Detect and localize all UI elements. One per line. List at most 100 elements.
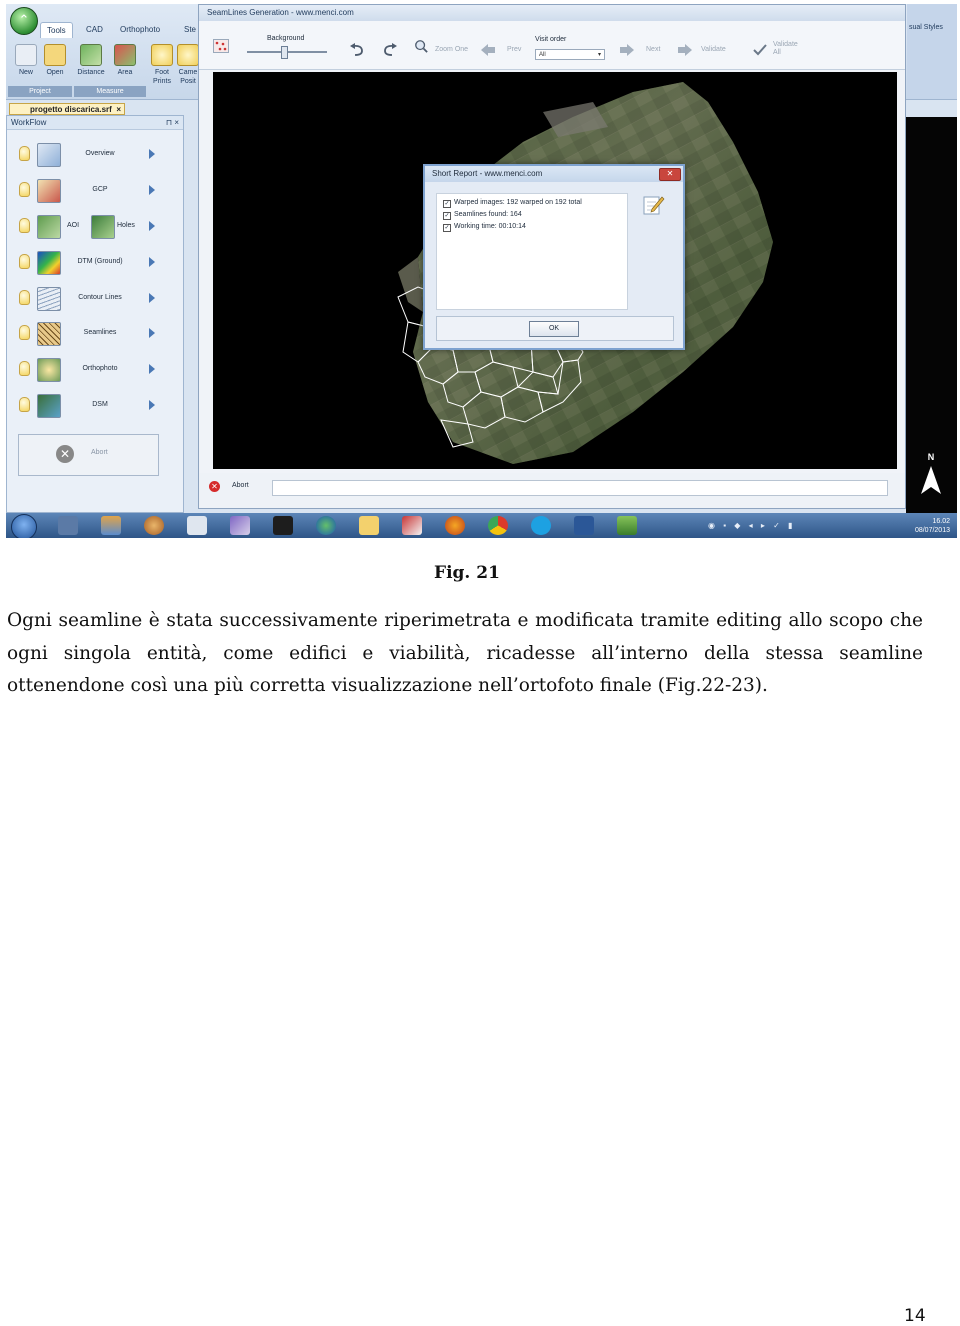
bulb-icon bbox=[151, 44, 173, 66]
group-measure: Measure bbox=[74, 86, 146, 97]
zoom-one-label[interactable]: Zoom One bbox=[435, 46, 468, 53]
report-line-warped: ✓ Warped images: 192 warped on 192 total bbox=[437, 197, 627, 209]
new-button[interactable]: New bbox=[11, 44, 41, 77]
play-arrow-icon[interactable] bbox=[149, 185, 155, 195]
clock[interactable]: 16.02 08/07/2013 bbox=[894, 517, 950, 535]
validate-label[interactable]: Validate bbox=[701, 46, 726, 53]
workflow-abort-button[interactable]: ✕ Abort bbox=[18, 434, 159, 476]
globe-icon[interactable] bbox=[144, 516, 164, 535]
status-bar: ✕ Abort bbox=[199, 473, 905, 508]
taskbar: ◉ ▪ ◆ ◂ ▸ ✓ ▮ 16.02 08/07/2013 bbox=[6, 513, 957, 538]
background-slider[interactable] bbox=[247, 46, 327, 59]
area-icon bbox=[114, 44, 136, 66]
workflow-item-dtm[interactable]: DTM (Ground) bbox=[19, 250, 169, 276]
seamlines-toolbar: Background Zoom One Prev Visit order All… bbox=[199, 21, 905, 70]
play-arrow-icon[interactable] bbox=[149, 400, 155, 410]
new-icon bbox=[15, 44, 37, 66]
folder-icon bbox=[44, 44, 66, 66]
bulb-icon bbox=[19, 361, 30, 376]
play-arrow-icon[interactable] bbox=[149, 364, 155, 374]
menci-app-icon[interactable] bbox=[617, 516, 637, 535]
checkbox[interactable]: ✓ bbox=[443, 212, 451, 220]
open-button[interactable]: Open bbox=[40, 44, 70, 77]
workflow-item-label-2: Holes bbox=[117, 222, 135, 229]
visit-order-label: Visit order bbox=[535, 36, 567, 43]
background-label: Background bbox=[267, 35, 305, 42]
edit-report-icon[interactable] bbox=[643, 194, 665, 216]
blackberry-icon[interactable] bbox=[273, 516, 293, 535]
workflow-item-dsm[interactable]: DSM bbox=[19, 393, 169, 419]
area-button[interactable]: Area bbox=[110, 44, 140, 77]
workflow-item-orthophoto[interactable]: Orthophoto bbox=[19, 357, 169, 383]
firefox-icon[interactable] bbox=[445, 516, 465, 535]
redo-icon[interactable] bbox=[382, 43, 398, 57]
workflow-item-gcp[interactable]: GCP bbox=[19, 178, 169, 204]
checkbox[interactable]: ✓ bbox=[443, 224, 451, 232]
dialog-button-row: OK bbox=[436, 316, 674, 341]
area-label: Area bbox=[117, 69, 133, 76]
bulb-icon bbox=[19, 397, 30, 412]
seamline-points-icon[interactable] bbox=[213, 39, 229, 53]
close-icon[interactable]: ✕ bbox=[659, 168, 681, 181]
distance-button[interactable]: Distance bbox=[76, 44, 106, 77]
slider-knob[interactable] bbox=[281, 46, 288, 59]
foot-prints-label: Foot Prints bbox=[153, 69, 171, 85]
system-tray[interactable]: ◉ ▪ ◆ ◂ ▸ ✓ ▮ bbox=[708, 521, 795, 530]
workflow-item-seamlines[interactable]: Seamlines bbox=[19, 321, 169, 347]
app-menu-button[interactable]: ⌃ bbox=[10, 7, 38, 35]
ok-button[interactable]: OK bbox=[529, 321, 579, 337]
bulb-icon bbox=[177, 44, 199, 66]
tab-orthophoto[interactable]: Orthophoto bbox=[114, 22, 166, 37]
report-list: ✓ Warped images: 192 warped on 192 total … bbox=[436, 193, 628, 310]
app-icon[interactable] bbox=[101, 516, 121, 535]
play-arrow-icon[interactable] bbox=[149, 293, 155, 303]
skype-icon[interactable] bbox=[531, 516, 551, 535]
visit-order-select[interactable]: All ▾ bbox=[535, 49, 605, 60]
project-tab-label: progetto discarica.srf bbox=[30, 105, 112, 114]
validate-arrow-icon[interactable] bbox=[677, 43, 693, 57]
chevron-down-icon: ▾ bbox=[597, 52, 601, 58]
next-label[interactable]: Next bbox=[646, 46, 660, 53]
workflow-item-overview[interactable]: Overview bbox=[19, 142, 169, 168]
bulb-icon bbox=[19, 146, 30, 161]
chrome-icon[interactable] bbox=[488, 516, 508, 535]
progress-bar bbox=[272, 480, 888, 496]
tab-cad[interactable]: CAD bbox=[80, 22, 109, 37]
play-arrow-icon[interactable] bbox=[149, 257, 155, 267]
workflow-item-contour-lines[interactable]: Contour Lines bbox=[19, 286, 169, 312]
play-arrow-icon[interactable] bbox=[149, 149, 155, 159]
folder-icon[interactable] bbox=[359, 516, 379, 535]
ras-icon[interactable] bbox=[187, 516, 207, 535]
checkbox[interactable]: ✓ bbox=[443, 200, 451, 208]
zoom-one-icon[interactable] bbox=[413, 39, 429, 53]
word-icon[interactable] bbox=[574, 516, 594, 535]
check-icon[interactable] bbox=[752, 43, 768, 57]
aoi-icon bbox=[37, 215, 61, 239]
prev-arrow-icon[interactable] bbox=[480, 43, 496, 57]
workflow-item-label: DSM bbox=[92, 401, 108, 408]
network-icon[interactable] bbox=[230, 516, 250, 535]
report-line-seamlines: ✓ Seamlines found: 164 bbox=[437, 209, 627, 221]
project-tab[interactable]: progetto discarica.srf × bbox=[9, 103, 125, 115]
next-arrow-icon[interactable] bbox=[619, 43, 635, 57]
chart-app-icon[interactable] bbox=[402, 516, 422, 535]
play-arrow-icon[interactable] bbox=[149, 328, 155, 338]
visual-styles-label[interactable]: sual Styles bbox=[909, 24, 943, 31]
panel-controls[interactable]: ⊓ × bbox=[166, 116, 179, 129]
report-line-text: Seamlines found: 164 bbox=[454, 211, 522, 218]
camera-positions-label: Came Posit bbox=[178, 69, 198, 85]
prev-label[interactable]: Prev bbox=[507, 46, 521, 53]
workflow-item-label: Contour Lines bbox=[78, 294, 122, 301]
validate-all-label[interactable]: Validate All bbox=[773, 41, 803, 57]
workflow-item-aoi-holes[interactable]: AOI Holes bbox=[19, 214, 169, 240]
earth-icon[interactable] bbox=[316, 516, 336, 535]
undo-icon[interactable] bbox=[349, 43, 365, 57]
contour-lines-icon bbox=[37, 287, 61, 311]
play-arrow-icon[interactable] bbox=[149, 221, 155, 231]
abort-icon[interactable]: ✕ bbox=[209, 481, 220, 492]
start-button[interactable] bbox=[11, 514, 37, 538]
status-abort-label[interactable]: Abort bbox=[232, 482, 249, 489]
angle-tool-icon[interactable] bbox=[58, 516, 78, 535]
tab-tools[interactable]: Tools bbox=[40, 22, 73, 38]
report-line-text: Warped images: 192 warped on 192 total bbox=[454, 199, 582, 206]
